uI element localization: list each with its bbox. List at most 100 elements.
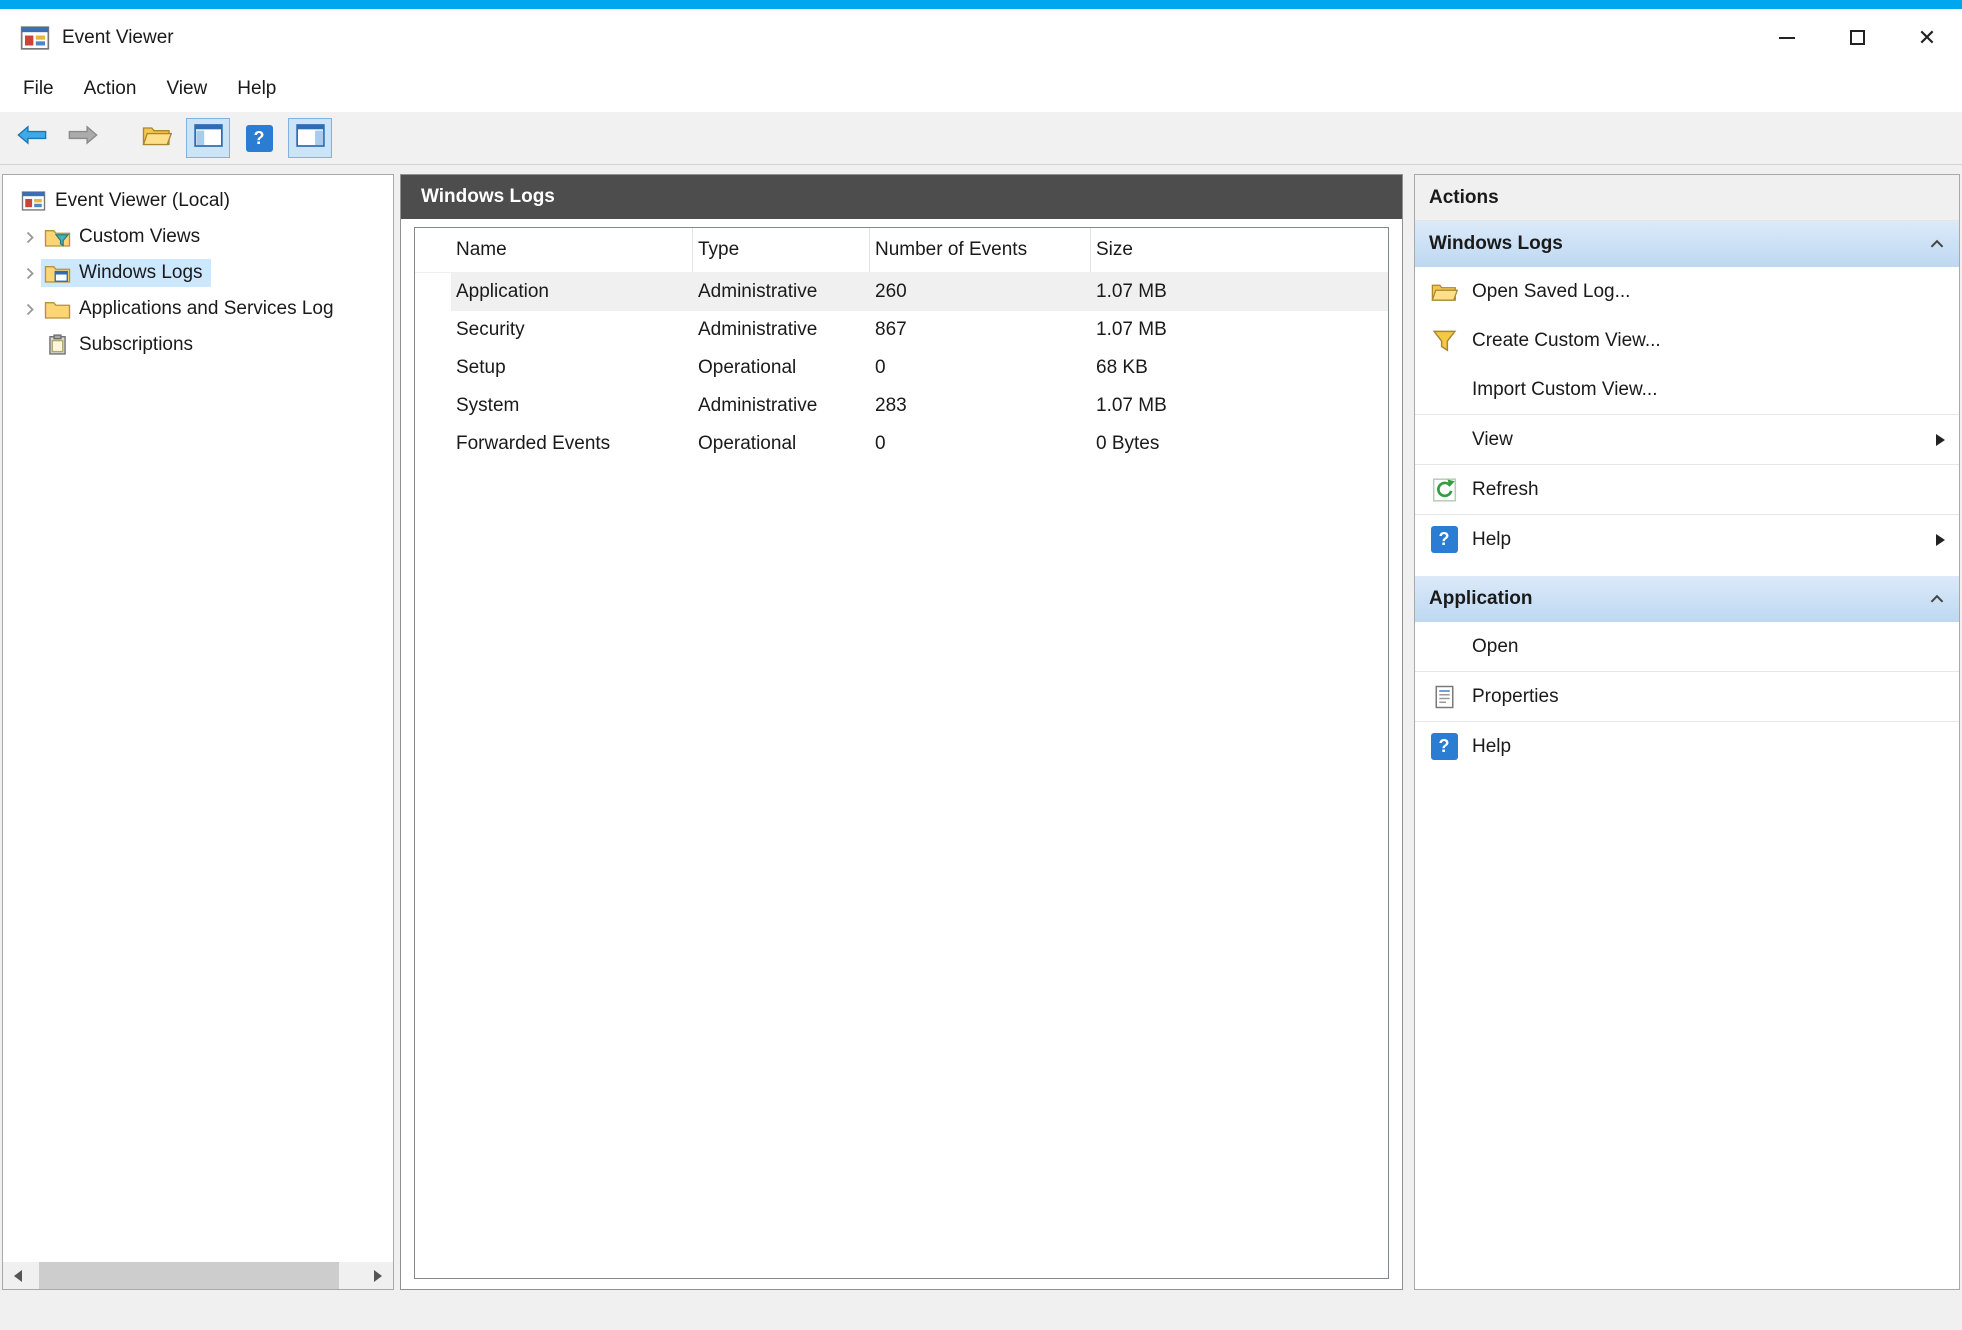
action-help[interactable]: Help	[1415, 722, 1959, 771]
tree-item-event-viewer-local[interactable]: Event Viewer (Local)	[3, 183, 393, 219]
action-open[interactable]: Open	[1415, 622, 1959, 671]
close-icon: ✕	[1917, 24, 1937, 50]
log-row-system[interactable]: System Administrative 283 1.07 MB	[451, 387, 1388, 425]
horizontal-scrollbar[interactable]	[3, 1262, 393, 1289]
menu-bar: File Action View Help	[0, 66, 1962, 112]
cell-type: Administrative	[698, 319, 818, 340]
console-tree-panel: Event Viewer (Local) Custom Views Window…	[2, 174, 394, 1290]
menu-help[interactable]: Help	[222, 66, 291, 112]
properties-icon	[1427, 683, 1461, 711]
show-hide-console-tree-button[interactable]	[186, 118, 230, 158]
cell-type: Administrative	[698, 281, 818, 302]
cell-events: 0	[875, 433, 886, 454]
expand-chevron-icon[interactable]	[25, 230, 41, 245]
menu-action[interactable]: Action	[69, 66, 152, 112]
action-properties[interactable]: Properties	[1415, 672, 1959, 721]
action-refresh[interactable]: Refresh	[1415, 465, 1959, 514]
actions-section-windows-logs: Open Saved Log... Create Custom View... …	[1415, 267, 1959, 564]
results-header: Windows Logs	[401, 175, 1402, 219]
action-import-custom-view[interactable]: Import Custom View...	[1415, 365, 1959, 414]
list-column-headers: Name Type Number of Events Size	[415, 228, 1388, 273]
scroll-right-button[interactable]	[363, 1262, 393, 1289]
title-bar: Event Viewer ✕	[0, 9, 1962, 66]
tree-item-windows-logs[interactable]: Windows Logs	[3, 255, 393, 291]
actions-section-application: Open Properties Help	[1415, 622, 1959, 771]
help-icon	[245, 124, 273, 152]
back-button[interactable]	[10, 118, 54, 158]
maximize-button[interactable]	[1822, 9, 1892, 66]
help-icon	[1430, 526, 1458, 553]
event-viewer-window: Event Viewer ✕ File Action View Help ? E…	[0, 0, 1962, 1330]
actions-panel: Actions Windows Logs Open Saved Log... C…	[1414, 174, 1960, 1290]
maximize-icon	[1849, 30, 1865, 45]
action-label: Open	[1472, 635, 1519, 657]
cell-name: Application	[456, 281, 549, 302]
collapse-caret-icon	[1929, 594, 1945, 604]
scrollbar-thumb[interactable]	[39, 1262, 339, 1289]
subscriptions-icon	[44, 334, 71, 356]
close-button[interactable]: ✕	[1892, 9, 1962, 66]
column-header-type[interactable]: Type	[693, 228, 870, 272]
cell-type: Administrative	[698, 395, 818, 416]
tree-item-label: Windows Logs	[79, 262, 203, 283]
action-pane-icon	[295, 123, 325, 153]
minimize-button[interactable]	[1752, 9, 1822, 66]
show-hide-action-pane-button[interactable]	[288, 118, 332, 158]
log-row-application[interactable]: Application Administrative 260 1.07 MB	[451, 273, 1388, 311]
cell-events: 0	[875, 357, 886, 378]
column-header-name[interactable]: Name	[451, 228, 693, 272]
actions-section-header-windows-logs[interactable]: Windows Logs	[1415, 221, 1959, 267]
cell-name: Forwarded Events	[456, 433, 611, 454]
collapse-caret-icon	[1929, 239, 1945, 249]
action-label: Refresh	[1472, 478, 1539, 500]
action-help-submenu[interactable]: Help	[1415, 515, 1959, 564]
submenu-arrow-icon	[1936, 533, 1945, 546]
scroll-left-button[interactable]	[3, 1262, 33, 1289]
console-tree-icon	[193, 123, 223, 153]
expand-chevron-icon[interactable]	[25, 266, 41, 281]
tree-item-custom-views[interactable]: Custom Views	[3, 219, 393, 255]
help-button[interactable]	[237, 118, 281, 158]
custom-views-folder-icon	[44, 226, 71, 248]
open-folder-icon	[1427, 278, 1461, 306]
menu-file[interactable]: File	[8, 66, 69, 112]
column-header-number-of-events[interactable]: Number of Events	[870, 228, 1091, 272]
log-row-forwarded-events[interactable]: Forwarded Events Operational 0 0 Bytes	[451, 425, 1388, 463]
action-label: View	[1472, 428, 1513, 450]
filter-icon	[1427, 327, 1461, 355]
tree-item-label: Applications and Services Log	[79, 298, 334, 319]
accent-strip	[0, 0, 1962, 9]
open-saved-log-button[interactable]	[135, 118, 179, 158]
back-arrow-icon	[17, 125, 47, 151]
cell-size: 1.07 MB	[1096, 319, 1167, 340]
action-label: Open Saved Log...	[1472, 280, 1631, 302]
action-view-submenu[interactable]: View	[1415, 415, 1959, 464]
column-header-size[interactable]: Size	[1091, 228, 1388, 272]
action-open-saved-log[interactable]: Open Saved Log...	[1415, 267, 1959, 316]
tree-item-label: Event Viewer (Local)	[55, 190, 230, 211]
action-label: Import Custom View...	[1472, 378, 1658, 400]
cell-events: 260	[875, 281, 907, 302]
action-label: Create Custom View...	[1472, 329, 1661, 351]
actions-section-header-application[interactable]: Application	[1415, 576, 1959, 622]
log-row-security[interactable]: Security Administrative 867 1.07 MB	[451, 311, 1388, 349]
section-header-label: Application	[1429, 588, 1533, 609]
tree-selection-highlight: Windows Logs	[41, 259, 211, 287]
log-row-setup[interactable]: Setup Operational 0 68 KB	[451, 349, 1388, 387]
event-viewer-root-icon	[20, 190, 47, 212]
expand-chevron-icon[interactable]	[25, 302, 41, 317]
tree-item-applications-services-logs[interactable]: Applications and Services Log	[3, 291, 393, 327]
action-create-custom-view[interactable]: Create Custom View...	[1415, 316, 1959, 365]
submenu-arrow-icon	[1936, 433, 1945, 446]
menu-view[interactable]: View	[151, 66, 222, 112]
toolbar	[0, 112, 1962, 165]
tree-item-subscriptions[interactable]: Subscriptions	[3, 327, 393, 363]
scroll-right-icon	[374, 1269, 382, 1282]
event-viewer-app-icon	[20, 24, 50, 52]
action-label: Properties	[1472, 685, 1559, 707]
forward-button[interactable]	[61, 118, 105, 158]
cell-type: Operational	[698, 357, 797, 378]
window-controls: ✕	[1752, 9, 1962, 66]
scroll-left-icon	[14, 1269, 22, 1282]
windows-logs-folder-icon	[44, 262, 71, 284]
